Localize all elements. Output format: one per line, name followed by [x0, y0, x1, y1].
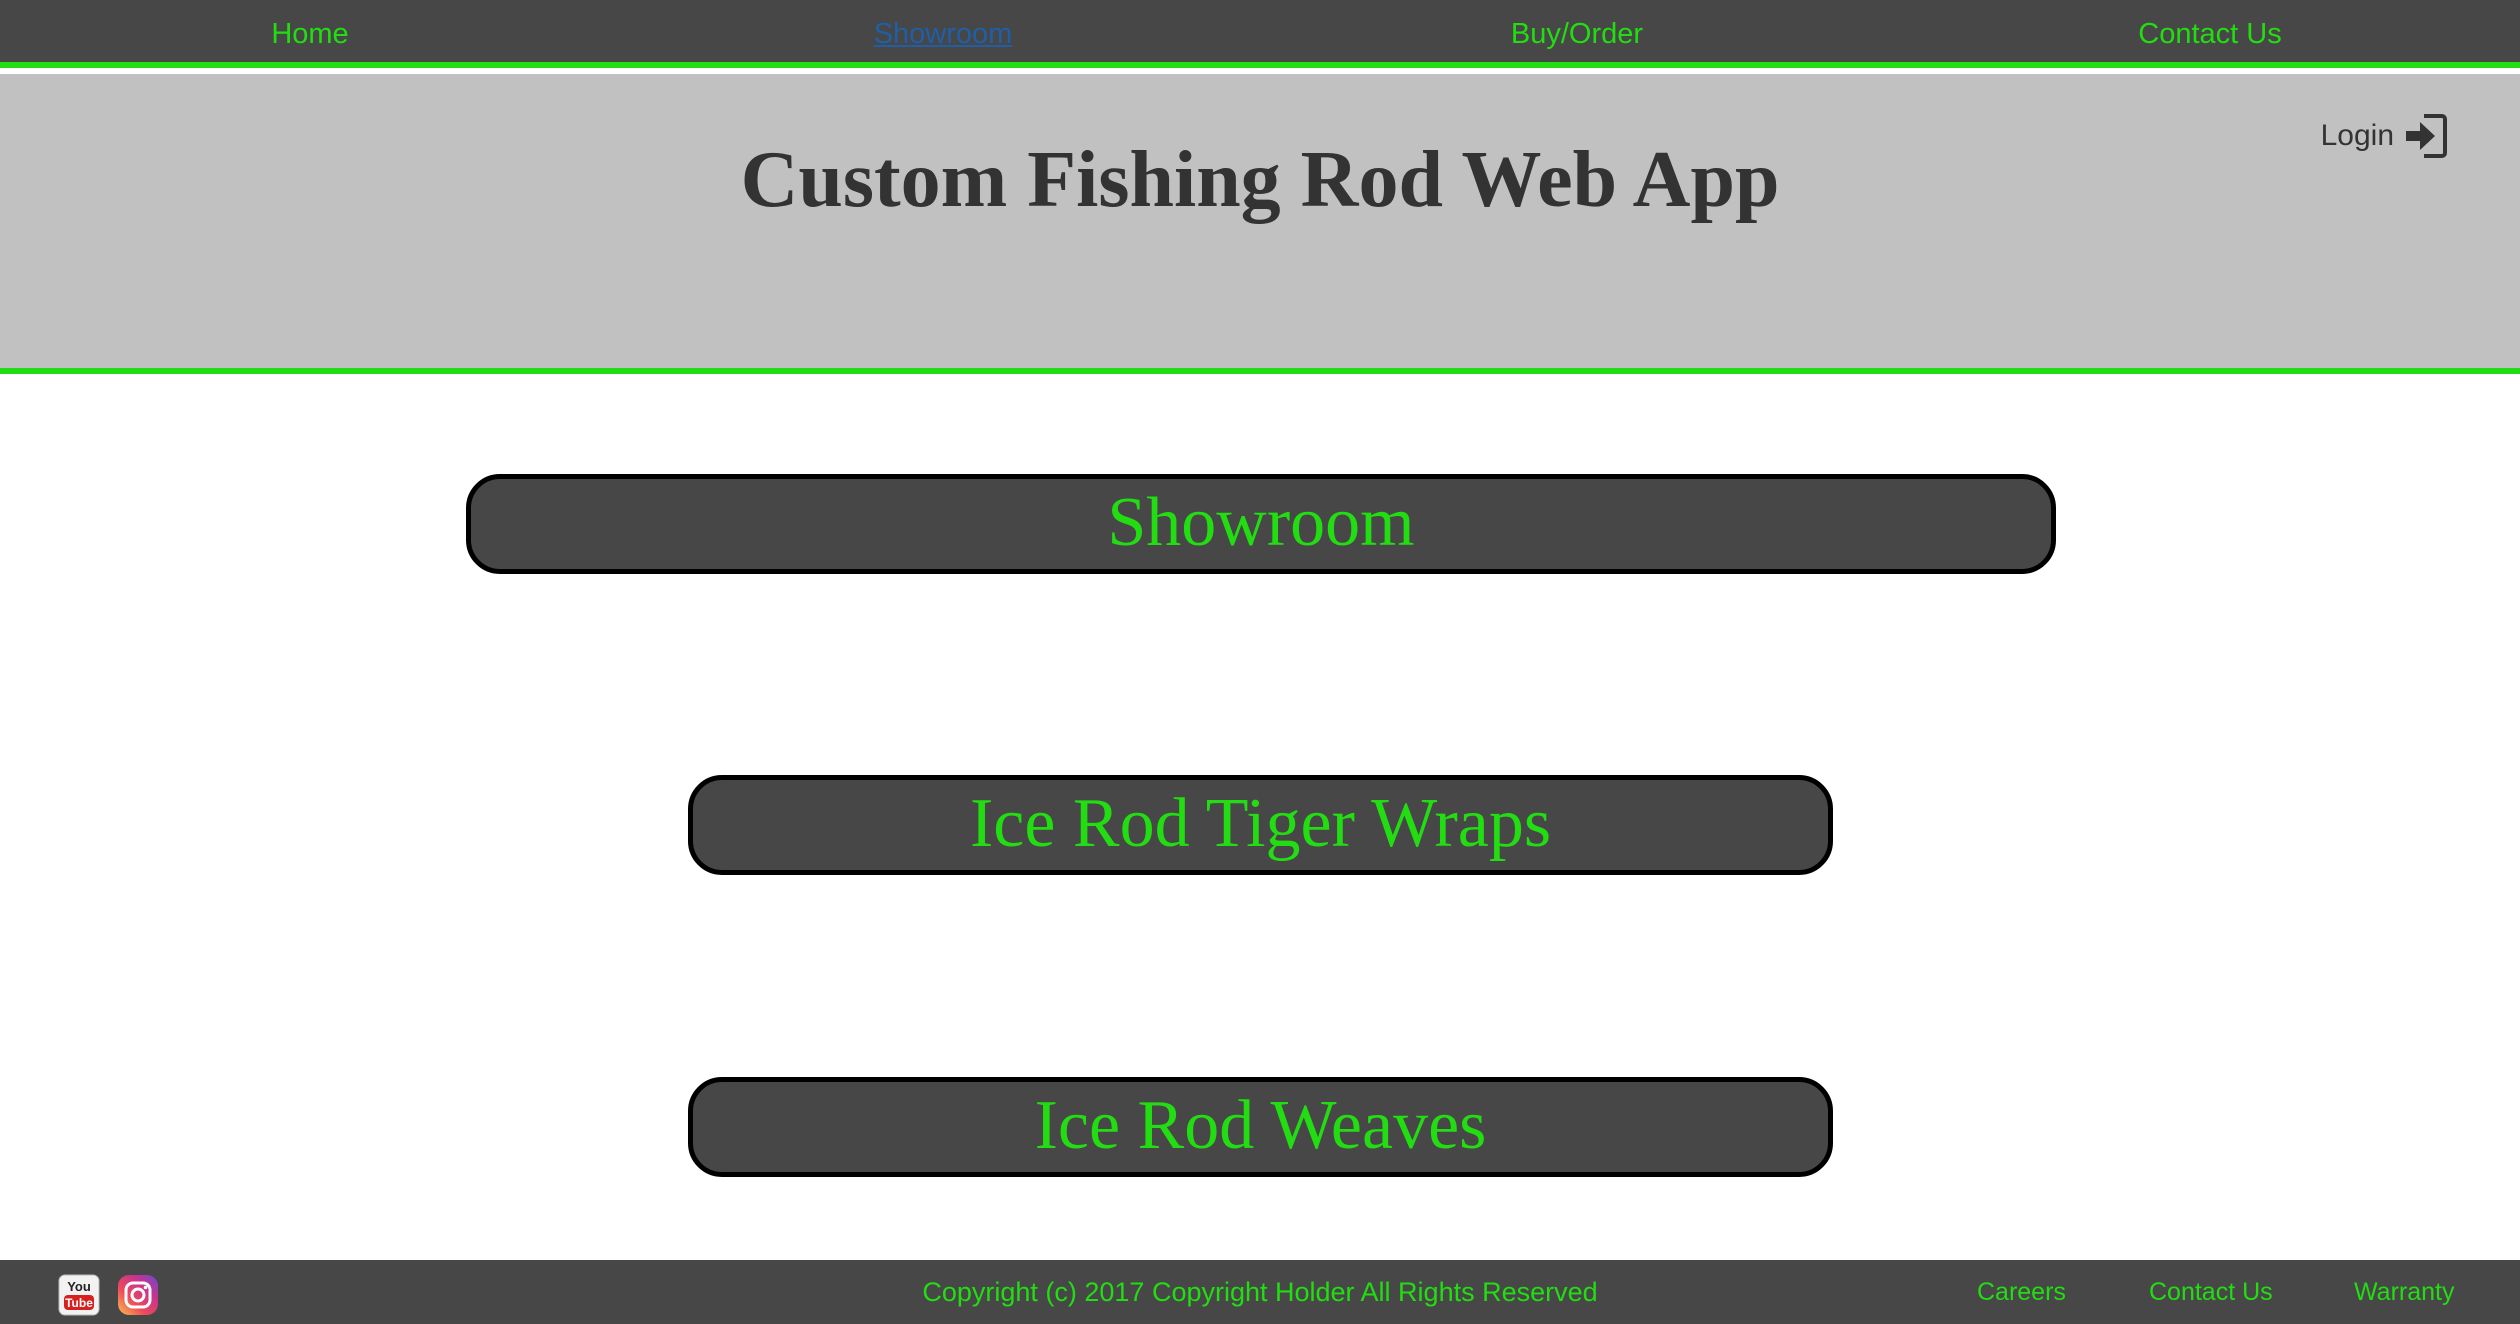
nav-link-showroom[interactable]: Showroom: [627, 0, 1259, 68]
footer-link-careers[interactable]: Careers: [1977, 1260, 2066, 1324]
showroom-button[interactable]: Showroom: [466, 474, 2056, 574]
ice-rod-tiger-wraps-button[interactable]: Ice Rod Tiger Wraps: [688, 775, 1833, 875]
footer: You Tube Copyright (c) 2017 Copyright Ho…: [0, 1260, 2520, 1324]
instagram-icon[interactable]: [117, 1274, 159, 1316]
login-button[interactable]: Login: [2321, 112, 2448, 160]
ice-rod-weaves-button[interactable]: Ice Rod Weaves: [688, 1077, 1833, 1177]
svg-text:Tube: Tube: [65, 1296, 93, 1310]
sign-in-icon: [2404, 112, 2448, 160]
header-banner: Custom Fishing Rod Web App Login: [0, 74, 2520, 374]
login-label: Login: [2320, 119, 2394, 152]
nav-link-buy-order[interactable]: Buy/Order: [1261, 0, 1893, 68]
top-nav: Home Showroom Buy/Order Contact Us: [0, 0, 2520, 68]
footer-link-contact-us[interactable]: Contact Us: [2149, 1260, 2273, 1324]
youtube-icon[interactable]: You Tube: [58, 1274, 100, 1316]
nav-link-home[interactable]: Home: [0, 0, 626, 68]
copyright-text: Copyright (c) 2017 Copyright Holder All …: [922, 1277, 1598, 1307]
svg-text:You: You: [67, 1279, 91, 1294]
nav-link-contact-us[interactable]: Contact Us: [1894, 0, 2520, 68]
footer-link-warranty[interactable]: Warranty: [2354, 1260, 2454, 1324]
page-title: Custom Fishing Rod Web App: [740, 136, 1780, 224]
